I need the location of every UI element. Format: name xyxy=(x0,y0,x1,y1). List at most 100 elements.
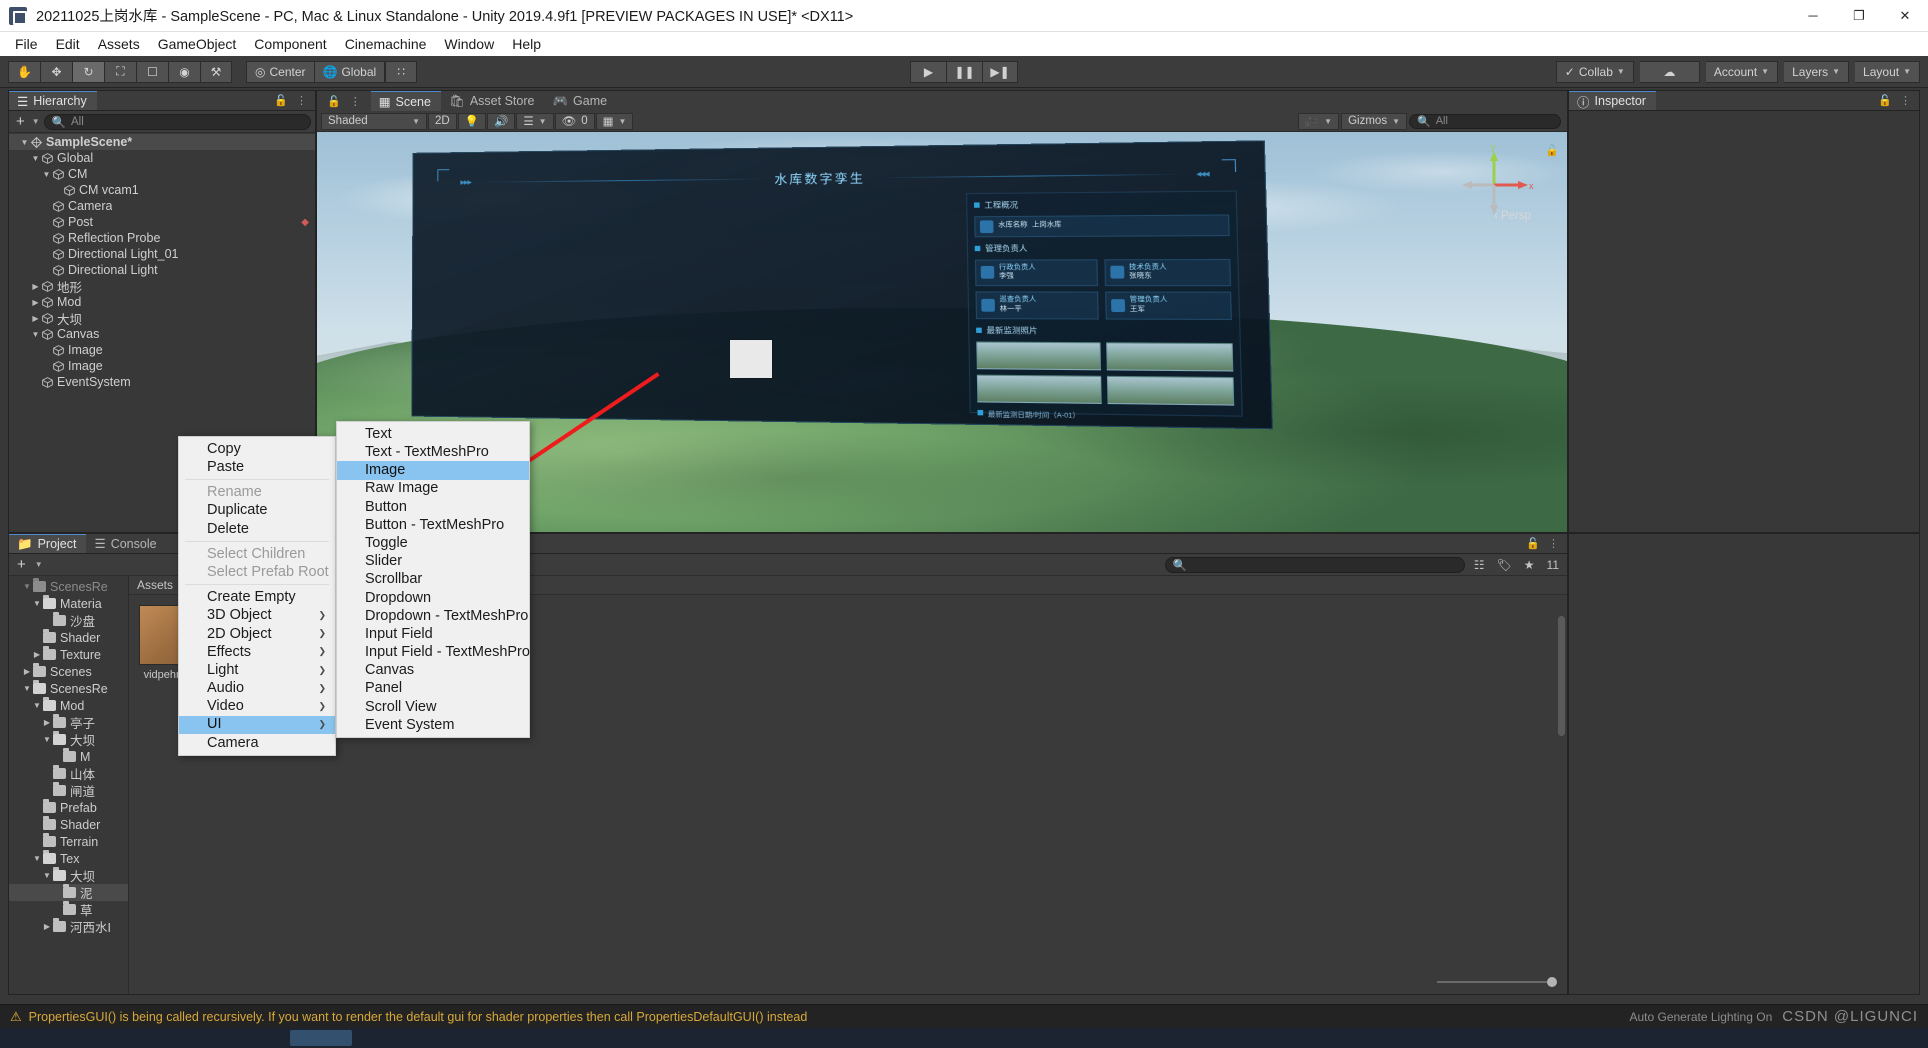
project-tree-item-6[interactable]: ▼ ScenesRe xyxy=(9,680,128,697)
lock-icon[interactable]: 🔓 xyxy=(1878,94,1892,107)
ui-submenu-item-button[interactable]: Button xyxy=(337,498,529,516)
pivot-toggle[interactable]: ◎ Center xyxy=(246,60,315,83)
project-tree-item-1[interactable]: ▼ Materia xyxy=(9,595,128,612)
twirl-down-icon[interactable]: ▼ xyxy=(19,138,30,147)
scale-tool-icon[interactable]: ⛶ xyxy=(104,60,136,83)
project-add-button[interactable]: + xyxy=(14,556,29,573)
hierarchy-add-button[interactable]: + xyxy=(13,113,28,130)
twirl-down-icon[interactable]: ▼ xyxy=(31,854,43,863)
gameobject-context-menu[interactable]: Copy Paste Rename Duplicate Delete Select Chi… xyxy=(178,436,336,756)
hierarchy-item-14[interactable]: Image xyxy=(9,358,315,374)
lighting-toggle[interactable]: 💡 xyxy=(457,112,487,130)
tab-scene[interactable]: ▦ Scene xyxy=(370,91,441,111)
project-search-input[interactable]: 🔍 xyxy=(1164,556,1465,573)
camera-settings-button[interactable]: 🎥 ▼ xyxy=(1297,112,1340,130)
twirl-down-icon[interactable]: ▼ xyxy=(41,170,52,179)
project-tree-item-17[interactable]: ▼ 大坝 xyxy=(9,867,128,884)
lock-icon[interactable]: 🔓 xyxy=(327,95,341,108)
context-menu-item-video[interactable]: Video ❯ xyxy=(179,697,335,715)
account-button[interactable]: Account ▼ xyxy=(1705,60,1779,83)
project-tree-item-2[interactable]: 沙盘 xyxy=(9,612,128,629)
ui-submenu-item-input-field-textmeshpro[interactable]: Input Field - TextMeshPro xyxy=(337,643,530,661)
twirl-down-icon[interactable]: ▼ xyxy=(31,701,43,710)
snap-grid-icon[interactable]: ∷ xyxy=(385,60,418,83)
layers-button[interactable]: Layers ▼ xyxy=(1784,60,1850,83)
ui-submenu-item-toggle[interactable]: Toggle xyxy=(337,534,529,552)
kebab-menu-icon[interactable]: ⋮ xyxy=(1548,537,1559,550)
twirl-down-icon[interactable]: ▼ xyxy=(21,684,33,693)
twirl-right-icon[interactable]: ▶ xyxy=(30,298,41,307)
minimize-button[interactable]: ─ xyxy=(1790,0,1836,32)
lock-icon[interactable]: 🔓 xyxy=(1526,537,1540,550)
pause-button[interactable]: ❚❚ xyxy=(946,60,982,83)
ui-submenu-item-canvas[interactable]: Canvas xyxy=(337,661,529,679)
toggle-2d-button[interactable]: 2D xyxy=(428,112,457,130)
hierarchy-item-8[interactable]: Directional Light xyxy=(9,262,315,278)
play-button[interactable]: ▶ xyxy=(910,60,946,83)
context-menu-item-ui[interactable]: UI ❯ xyxy=(179,715,335,734)
tab-game[interactable]: 🎮 Game xyxy=(544,91,618,111)
context-menu-item-duplicate[interactable]: Duplicate xyxy=(179,502,335,520)
project-tree-item-16[interactable]: ▼ Tex xyxy=(9,850,128,867)
project-tree-item-5[interactable]: ▶ Scenes xyxy=(9,663,128,680)
fx-dropdown[interactable]: ☰ ▼ xyxy=(516,112,554,130)
ui-submenu[interactable]: Text Text - TextMeshPro Image Raw Image Butt… xyxy=(336,421,530,739)
rect-tool-icon[interactable]: ☐ xyxy=(136,60,168,83)
hierarchy-search-input[interactable]: 🔍 All xyxy=(43,113,311,130)
twirl-right-icon[interactable]: ▶ xyxy=(41,718,53,727)
project-tree-item-7[interactable]: ▼ Mod xyxy=(9,697,128,714)
ui-submenu-item-panel[interactable]: Panel xyxy=(337,680,529,698)
hierarchy-item-11[interactable]: ▶ 大坝 xyxy=(9,310,315,327)
taskbar-item[interactable] xyxy=(290,1030,352,1046)
hand-tool-icon[interactable]: ✋ xyxy=(8,60,40,83)
twirl-down-icon[interactable]: ▼ xyxy=(30,330,41,339)
menu-help[interactable]: Help xyxy=(503,33,550,55)
project-tree-item-18[interactable]: 泥 xyxy=(9,884,128,901)
asset-zoom-slider[interactable] xyxy=(1437,976,1557,988)
project-tree-item-19[interactable]: 草 xyxy=(9,901,128,918)
kebab-menu-icon[interactable]: ⋮ xyxy=(350,95,361,108)
favorite-filter-icon[interactable]: ★ xyxy=(1521,558,1538,572)
hierarchy-item-13[interactable]: Image xyxy=(9,342,315,358)
scene-visibility-toggle[interactable]: 👁 0 xyxy=(554,112,595,130)
ui-submenu-item-slider[interactable]: Slider xyxy=(337,552,529,570)
context-menu-item-audio[interactable]: Audio ❯ xyxy=(179,679,335,697)
menu-cinemachine[interactable]: Cinemachine xyxy=(336,33,436,55)
selected-image-quad[interactable] xyxy=(729,340,772,378)
gizmo-lock-icon[interactable]: 🔓 xyxy=(1545,144,1559,157)
twirl-right-icon[interactable]: ▶ xyxy=(41,922,53,931)
project-folder-tree[interactable]: ▼ ScenesRe ▼ Materia 沙盘 Shader ▶ Texture ▶ Scenes… xyxy=(9,576,129,994)
tab-hierarchy[interactable]: ☰ Hierarchy xyxy=(9,91,97,110)
menu-component[interactable]: Component xyxy=(245,33,335,55)
project-scrollbar[interactable] xyxy=(1558,616,1565,736)
twirl-down-icon[interactable]: ▼ xyxy=(31,599,43,608)
context-menu-item-camera[interactable]: Camera xyxy=(179,734,335,752)
transform-tool-icon[interactable]: ◉ xyxy=(168,60,200,83)
ui-submenu-item-input-field[interactable]: Input Field xyxy=(337,625,529,643)
project-tree-item-9[interactable]: ▼ 大坝 xyxy=(9,731,128,748)
layout-button[interactable]: Layout ▼ xyxy=(1855,60,1920,83)
hierarchy-item-0[interactable]: ▼ SampleScene* xyxy=(9,134,315,150)
project-tree-item-8[interactable]: ▶ 亭子 xyxy=(9,714,128,731)
chevron-down-icon[interactable]: ▼ xyxy=(32,117,40,126)
ui-submenu-item-event-system[interactable]: Event System xyxy=(337,716,529,734)
project-tree-item-11[interactable]: 山体 xyxy=(9,765,128,782)
context-menu-item-create-empty[interactable]: Create Empty xyxy=(179,588,335,606)
twirl-down-icon[interactable]: ▼ xyxy=(30,154,41,163)
ui-submenu-item-image[interactable]: Image xyxy=(337,461,529,480)
context-menu-item-effects[interactable]: Effects ❯ xyxy=(179,643,335,661)
twirl-down-icon[interactable]: ▼ xyxy=(41,735,53,744)
kebab-menu-icon[interactable]: ⋮ xyxy=(296,94,307,107)
context-menu-item-copy[interactable]: Copy xyxy=(179,440,335,458)
hierarchy-item-5[interactable]: Post ◆ xyxy=(9,214,315,230)
hierarchy-item-15[interactable]: EventSystem xyxy=(9,374,315,390)
ui-submenu-item-raw-image[interactable]: Raw Image xyxy=(337,480,529,498)
scene-projection-label[interactable]: ‹ Persp xyxy=(1494,210,1531,222)
project-tree-item-3[interactable]: Shader xyxy=(9,629,128,646)
project-tree-item-13[interactable]: Prefab xyxy=(9,799,128,816)
space-toggle[interactable]: 🌐 Global xyxy=(314,60,386,83)
breadcrumb-0[interactable]: Assets xyxy=(137,578,173,592)
search-filter-icon[interactable]: ☷ xyxy=(1471,558,1488,572)
context-menu-item-3d-object[interactable]: 3D Object ❯ xyxy=(179,607,335,625)
twirl-right-icon[interactable]: ▶ xyxy=(21,667,33,676)
